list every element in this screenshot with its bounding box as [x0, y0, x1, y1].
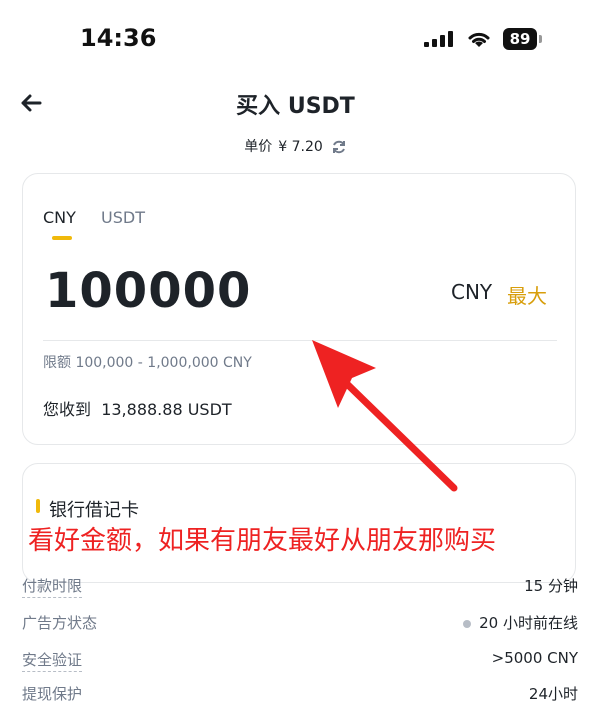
receive-amount: 您收到 13,888.88 USDT — [43, 396, 232, 420]
active-tab-indicator — [52, 236, 72, 240]
currency-label: CNY — [451, 280, 493, 304]
payment-method-title: 银行借记卡 — [49, 500, 139, 521]
cellular-signal-icon — [424, 31, 453, 47]
unit-price-value: ¥ 7.20 — [278, 139, 323, 155]
receive-label: 您收到 — [43, 400, 92, 419]
info-label[interactable]: 付款时限 — [22, 575, 83, 598]
payment-marker — [36, 499, 40, 513]
unit-price-label: 单价 — [244, 139, 273, 155]
page-title: 买入 USDT — [236, 94, 355, 119]
unit-price: 单价 ¥ 7.20 — [0, 136, 591, 156]
max-button[interactable]: 最大 — [507, 280, 547, 309]
receive-value: 13,888.88 USDT — [101, 400, 232, 419]
divider — [43, 340, 557, 341]
amount-card: CNY USDT CNY 最大 限额 100,000 - 1,000,000 C… — [22, 173, 576, 445]
info-value: 15 分钟 — [524, 577, 578, 595]
info-label[interactable]: 安全验证 — [22, 649, 83, 672]
annotation-caption: 看好金额，如果有朋友最好从朋友那购买 — [28, 520, 497, 557]
online-status-text: 20 小时前在线 — [479, 614, 578, 632]
wifi-icon — [468, 32, 490, 47]
limit-text: 限额 100,000 - 1,000,000 CNY — [43, 355, 252, 371]
status-time: 14:36 — [80, 24, 157, 52]
amount-input[interactable] — [43, 262, 347, 320]
battery-level: 89 — [503, 28, 537, 50]
info-label: 广告方状态 — [22, 614, 98, 632]
tab-usdt[interactable]: USDT — [101, 208, 145, 227]
status-bar: 14:36 89 — [0, 0, 591, 80]
refresh-icon[interactable] — [331, 139, 347, 155]
battery-icon: 89 — [503, 28, 543, 50]
info-value: 20 小时前在线 — [463, 612, 578, 633]
nav-bar: 买入 USDT — [0, 80, 591, 125]
online-status-dot — [463, 619, 472, 628]
info-value: >5000 CNY — [491, 649, 578, 667]
tab-cny[interactable]: CNY — [43, 208, 76, 227]
